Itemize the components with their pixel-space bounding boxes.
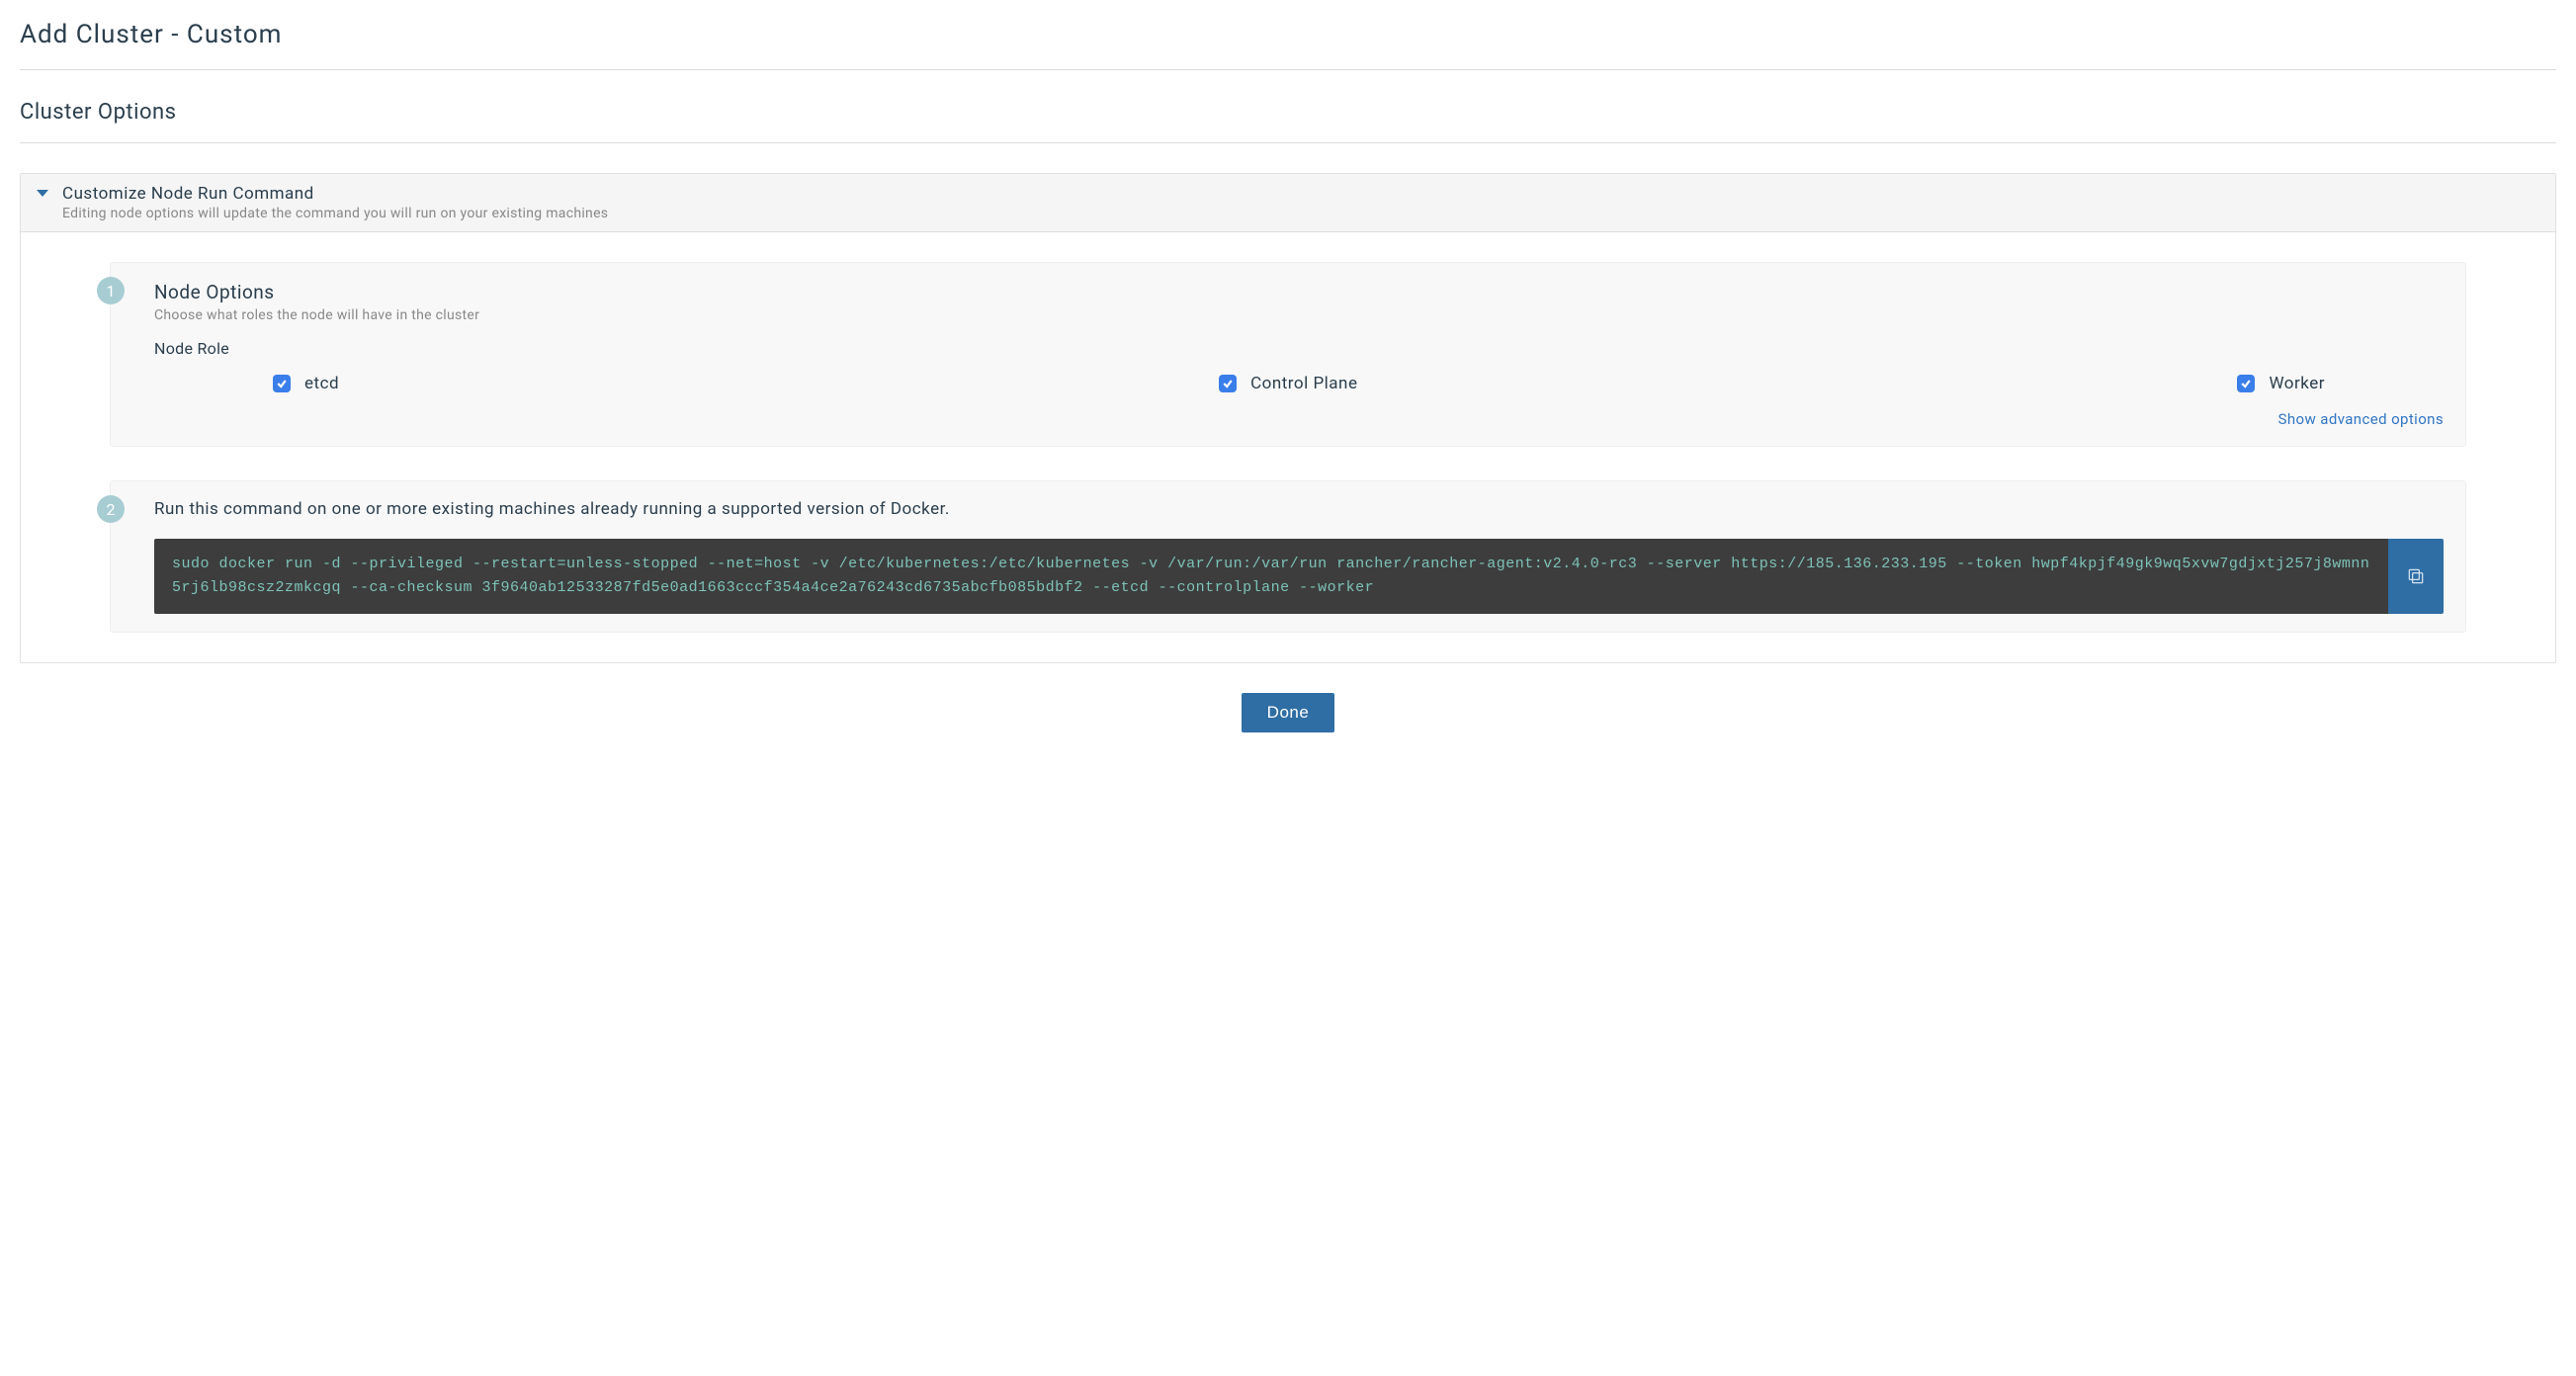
section-title: Cluster Options <box>20 100 2556 125</box>
step-node-options: 1 Node Options Choose what roles the nod… <box>110 262 2466 447</box>
role-etcd: etcd <box>273 374 339 393</box>
done-button[interactable]: Done <box>1242 693 1335 732</box>
check-icon <box>1222 378 1234 389</box>
accordion-title: Customize Node Run Command <box>62 184 608 204</box>
role-control-plane: Control Plane <box>1219 374 1357 393</box>
role-worker-label: Worker <box>2269 374 2325 393</box>
divider <box>20 142 2556 143</box>
command-container: sudo docker run -d --privileged --restar… <box>154 539 2444 614</box>
divider <box>20 69 2556 70</box>
checkbox-worker[interactable] <box>2237 375 2255 392</box>
accordion-header[interactable]: Customize Node Run Command Editing node … <box>21 174 2555 232</box>
check-icon <box>2240 378 2252 389</box>
step-badge-1: 1 <box>97 277 125 304</box>
accordion-subtitle: Editing node options will update the com… <box>62 206 608 221</box>
accordion-body: 1 Node Options Choose what roles the nod… <box>21 232 2555 662</box>
check-icon <box>276 378 288 389</box>
step1-heading: Node Options <box>154 281 2444 303</box>
step-run-command: 2 Run this command on one or more existi… <box>110 480 2466 633</box>
accordion-panel: Customize Node Run Command Editing node … <box>20 173 2556 663</box>
page-title: Add Cluster - Custom <box>20 20 2556 49</box>
done-row: Done <box>20 693 2556 732</box>
role-row: etcd Control Plane Worker <box>154 358 2444 399</box>
checkbox-control-plane[interactable] <box>1219 375 1237 392</box>
role-control-plane-label: Control Plane <box>1250 374 1357 393</box>
show-advanced-options-link[interactable]: Show advanced options <box>2278 410 2444 428</box>
advanced-options-wrap: Show advanced options <box>154 409 2444 428</box>
role-etcd-label: etcd <box>304 374 339 393</box>
copy-icon <box>2406 566 2426 586</box>
checkbox-etcd[interactable] <box>273 375 291 392</box>
chevron-down-icon <box>37 190 48 197</box>
step1-subtext: Choose what roles the node will have in … <box>154 307 2444 323</box>
step-badge-2: 2 <box>97 495 125 523</box>
node-role-label: Node Role <box>154 339 2444 358</box>
accordion-header-text: Customize Node Run Command Editing node … <box>62 184 608 221</box>
copy-command-button[interactable] <box>2388 539 2444 614</box>
step2-heading: Run this command on one or more existing… <box>154 499 2444 519</box>
role-worker: Worker <box>2237 374 2325 393</box>
command-text[interactable]: sudo docker run -d --privileged --restar… <box>154 539 2388 614</box>
